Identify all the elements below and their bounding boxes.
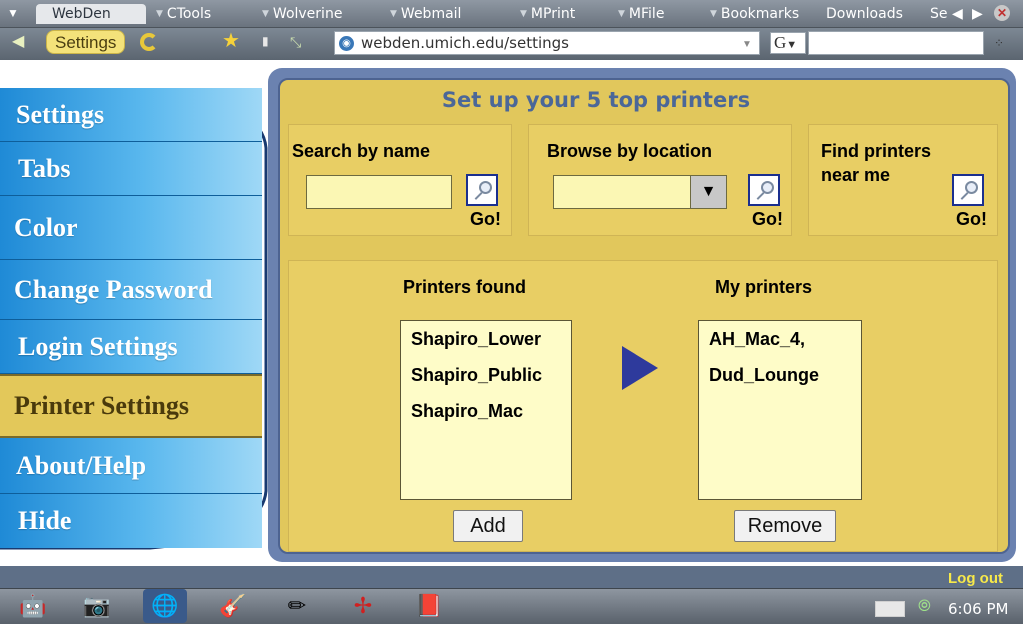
browse-go-link[interactable]: Go!: [752, 209, 783, 230]
sidebar-item-about-help[interactable]: About/Help: [0, 438, 262, 494]
chrome-gap: [0, 60, 1023, 66]
sidebar-item-settings[interactable]: Settings: [0, 88, 262, 142]
tab-label: Wolverine: [272, 6, 343, 22]
url-input[interactable]: webden.umich.edu/settings: [334, 31, 760, 55]
tab-label: Se: [930, 6, 948, 22]
sidebar-item-tabs[interactable]: Tabs: [0, 142, 262, 196]
nearby-magnifier-icon[interactable]: [952, 174, 984, 206]
star-icon[interactable]: ★: [222, 31, 240, 51]
camera-icon[interactable]: 📷: [82, 591, 112, 621]
guitar-icon[interactable]: 🎸: [218, 591, 248, 621]
browse-by-location-label: Browse by location: [547, 141, 713, 161]
find-printers-label: Find printers: [821, 141, 932, 161]
location-select[interactable]: ▼: [553, 175, 727, 209]
list-item[interactable]: Dud_Lounge: [709, 365, 819, 386]
tab-downloads[interactable]: Downloads: [826, 4, 903, 24]
tab-label: Downloads: [826, 6, 903, 22]
tab-ctools[interactable]: ▼ CTools: [156, 4, 211, 24]
printer-lists-section: [288, 260, 998, 552]
sidebar-item-label: About/Help: [16, 450, 147, 480]
tab-label: MFile: [628, 6, 665, 22]
status-strip: [0, 566, 1023, 588]
tab-mprint[interactable]: ▼ MPrint: [520, 4, 575, 24]
tab-label: Bookmarks: [720, 6, 800, 22]
my-printers-list[interactable]: AH_Mac_4, Dud_Lounge: [698, 320, 862, 500]
book-icon[interactable]: 📕: [414, 591, 444, 621]
sidebar-item-label: Color: [14, 212, 78, 242]
battery-icon: [875, 601, 905, 617]
tab-truncated[interactable]: Se: [930, 4, 948, 24]
fullscreen-icon[interactable]: ⤡: [290, 34, 301, 51]
tab-label: WebDen: [52, 6, 111, 22]
sidebar-item-label: Hide: [18, 506, 72, 535]
sidebar-item-label: Settings: [16, 99, 105, 129]
move-right-arrow-icon[interactable]: [620, 344, 660, 392]
sidebar-item-label: Change Password: [14, 274, 213, 304]
add-button[interactable]: Add: [453, 510, 523, 542]
browse-magnifier-icon[interactable]: [748, 174, 780, 206]
chevron-down-icon: ▼: [618, 9, 625, 19]
chevron-down-icon[interactable]: ▼: [690, 176, 726, 208]
tab-bookmarks[interactable]: ▼ Bookmarks: [710, 4, 799, 24]
tab-webmail[interactable]: ▼ Webmail: [390, 4, 461, 24]
tab-wolverine[interactable]: ▼ Wolverine: [262, 4, 342, 24]
prev-tab-icon[interactable]: ◀: [952, 5, 966, 21]
my-printers-heading: My printers: [715, 277, 813, 297]
page-title: Set up your 5 top printers: [441, 88, 751, 112]
sidebar-item-color[interactable]: Color: [0, 196, 262, 260]
sidebar-item-label: Printer Settings: [14, 391, 189, 420]
list-item[interactable]: Shapiro_Lower: [411, 329, 541, 350]
search-engine-selector[interactable]: G▼: [770, 32, 806, 54]
game-icon[interactable]: ✢: [348, 591, 378, 621]
bookmark-icon[interactable]: ▮: [262, 34, 269, 48]
sidebar-item-login-settings[interactable]: Login Settings: [0, 320, 262, 374]
site-globe-icon: ◉: [339, 36, 354, 51]
close-icon[interactable]: ✕: [994, 5, 1010, 21]
tab-webden[interactable]: WebDen: [36, 4, 146, 24]
chevron-down-icon: ▼: [390, 9, 397, 19]
pencil-icon[interactable]: ✏: [282, 591, 312, 621]
settings-button[interactable]: Settings: [46, 30, 126, 54]
wifi-icon: ⦾: [918, 598, 931, 615]
browser-search-input[interactable]: [808, 31, 984, 55]
search-by-name-label: Search by name: [292, 141, 431, 161]
sidebar-item-label: Login Settings: [18, 331, 178, 361]
dropdown-triangle-icon[interactable]: ▼: [6, 6, 20, 20]
reload-icon[interactable]: [140, 33, 158, 51]
list-item[interactable]: AH_Mac_4,: [709, 329, 805, 350]
globe-icon[interactable]: 🌐: [143, 589, 187, 623]
chevron-down-icon: ▼: [262, 9, 269, 19]
addon-icon[interactable]: ⁘: [994, 36, 1004, 50]
nearby-go-link[interactable]: Go!: [956, 209, 987, 230]
sidebar-item-hide[interactable]: Hide: [0, 494, 262, 548]
chevron-down-icon: ▼: [520, 9, 527, 19]
tab-label: MPrint: [530, 6, 576, 22]
chevron-down-icon[interactable]: ▼: [738, 38, 756, 52]
printer-name-input[interactable]: [306, 175, 452, 209]
back-arrow-icon[interactable]: ◀: [12, 33, 26, 51]
sidebar-item-printer-settings[interactable]: Printer Settings: [0, 374, 262, 438]
near-me-label: near me: [821, 165, 891, 185]
next-tab-icon[interactable]: ▶: [972, 5, 986, 21]
list-item[interactable]: Shapiro_Public: [411, 365, 542, 386]
chevron-down-icon: ▼: [156, 9, 163, 19]
clock: 6:06 PM: [948, 600, 1009, 618]
search-go-link[interactable]: Go!: [470, 209, 501, 230]
printers-found-heading: Printers found: [403, 277, 527, 297]
chevron-down-icon: ▼: [710, 9, 717, 19]
tab-label: Webmail: [400, 6, 462, 22]
list-item[interactable]: Shapiro_Mac: [411, 401, 523, 422]
chevron-down-icon: ▼: [786, 39, 798, 51]
robot-icon[interactable]: 🤖: [18, 591, 48, 621]
tab-mfile[interactable]: ▼ MFile: [618, 4, 664, 24]
search-engine-label: G: [774, 33, 787, 52]
search-magnifier-icon[interactable]: [466, 174, 498, 206]
remove-button[interactable]: Remove: [734, 510, 836, 542]
sidebar-item-change-password[interactable]: Change Password: [0, 260, 262, 320]
sidebar-item-label: Tabs: [18, 153, 71, 183]
tab-label: CTools: [166, 6, 212, 22]
logout-link[interactable]: Log out: [948, 570, 1003, 587]
printers-found-list[interactable]: Shapiro_Lower Shapiro_Public Shapiro_Mac: [400, 320, 572, 500]
